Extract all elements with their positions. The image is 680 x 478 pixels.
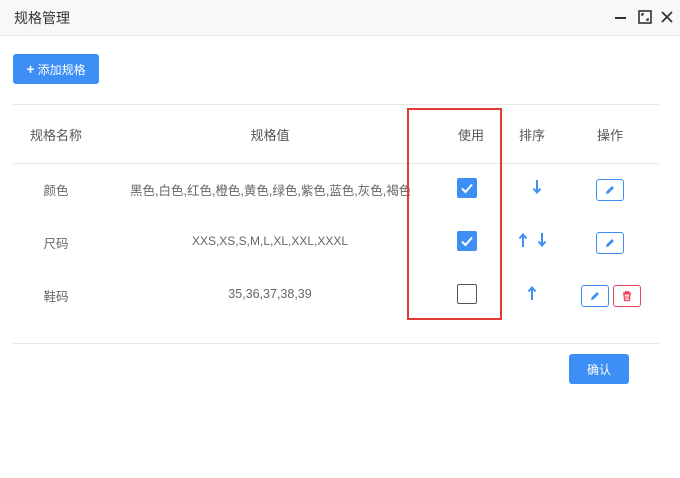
- edit-button[interactable]: [596, 232, 624, 254]
- confirm-label: 确认: [586, 362, 611, 377]
- header-spec-values: 规格值: [250, 128, 290, 143]
- delete-button[interactable]: [613, 285, 641, 307]
- sort-down-icon[interactable]: [537, 232, 547, 248]
- spec-values-cell: XXS,XS,S,M,L,XL,XXL,XXXL: [191, 234, 349, 248]
- sort-up-icon[interactable]: [518, 232, 528, 248]
- spec-name-cell: 鞋码: [43, 290, 69, 304]
- add-spec-label: 添加规格: [37, 62, 86, 77]
- confirm-button[interactable]: 确认: [569, 354, 629, 384]
- maximize-icon[interactable]: [637, 9, 653, 25]
- plus-icon: +: [26, 61, 35, 77]
- table-header-divider: [13, 163, 659, 164]
- pencil-icon: [606, 186, 614, 194]
- spec-name-cell: 尺码: [43, 237, 69, 251]
- edit-button[interactable]: [596, 179, 624, 201]
- table-top-border: [13, 104, 659, 105]
- sort-up-icon[interactable]: [527, 285, 537, 301]
- pencil-icon: [606, 239, 614, 247]
- spec-name-cell: 颜色: [43, 184, 69, 198]
- table-bottom-border: [13, 343, 659, 344]
- spec-values-cell: 黑色,白色,红色,橙色,黄色,绿色,紫色,蓝色,灰色,褐色: [130, 184, 410, 198]
- close-icon[interactable]: [659, 9, 675, 25]
- header-spec-name: 规格名称: [29, 128, 83, 143]
- dialog-title: 规格管理: [14, 10, 70, 26]
- sort-down-icon[interactable]: [532, 179, 542, 195]
- title-bar: 规格管理: [0, 0, 680, 36]
- add-spec-button[interactable]: + 添加规格: [13, 54, 99, 84]
- header-actions: 操作: [596, 128, 624, 143]
- minimize-icon[interactable]: [613, 9, 629, 25]
- edit-button[interactable]: [581, 285, 609, 307]
- spec-values-cell: 35,36,37,38,39: [228, 287, 312, 301]
- trash-icon: [623, 291, 631, 302]
- header-sort: 排序: [518, 128, 546, 143]
- pencil-icon: [591, 292, 599, 300]
- use-column-highlight: [407, 108, 502, 320]
